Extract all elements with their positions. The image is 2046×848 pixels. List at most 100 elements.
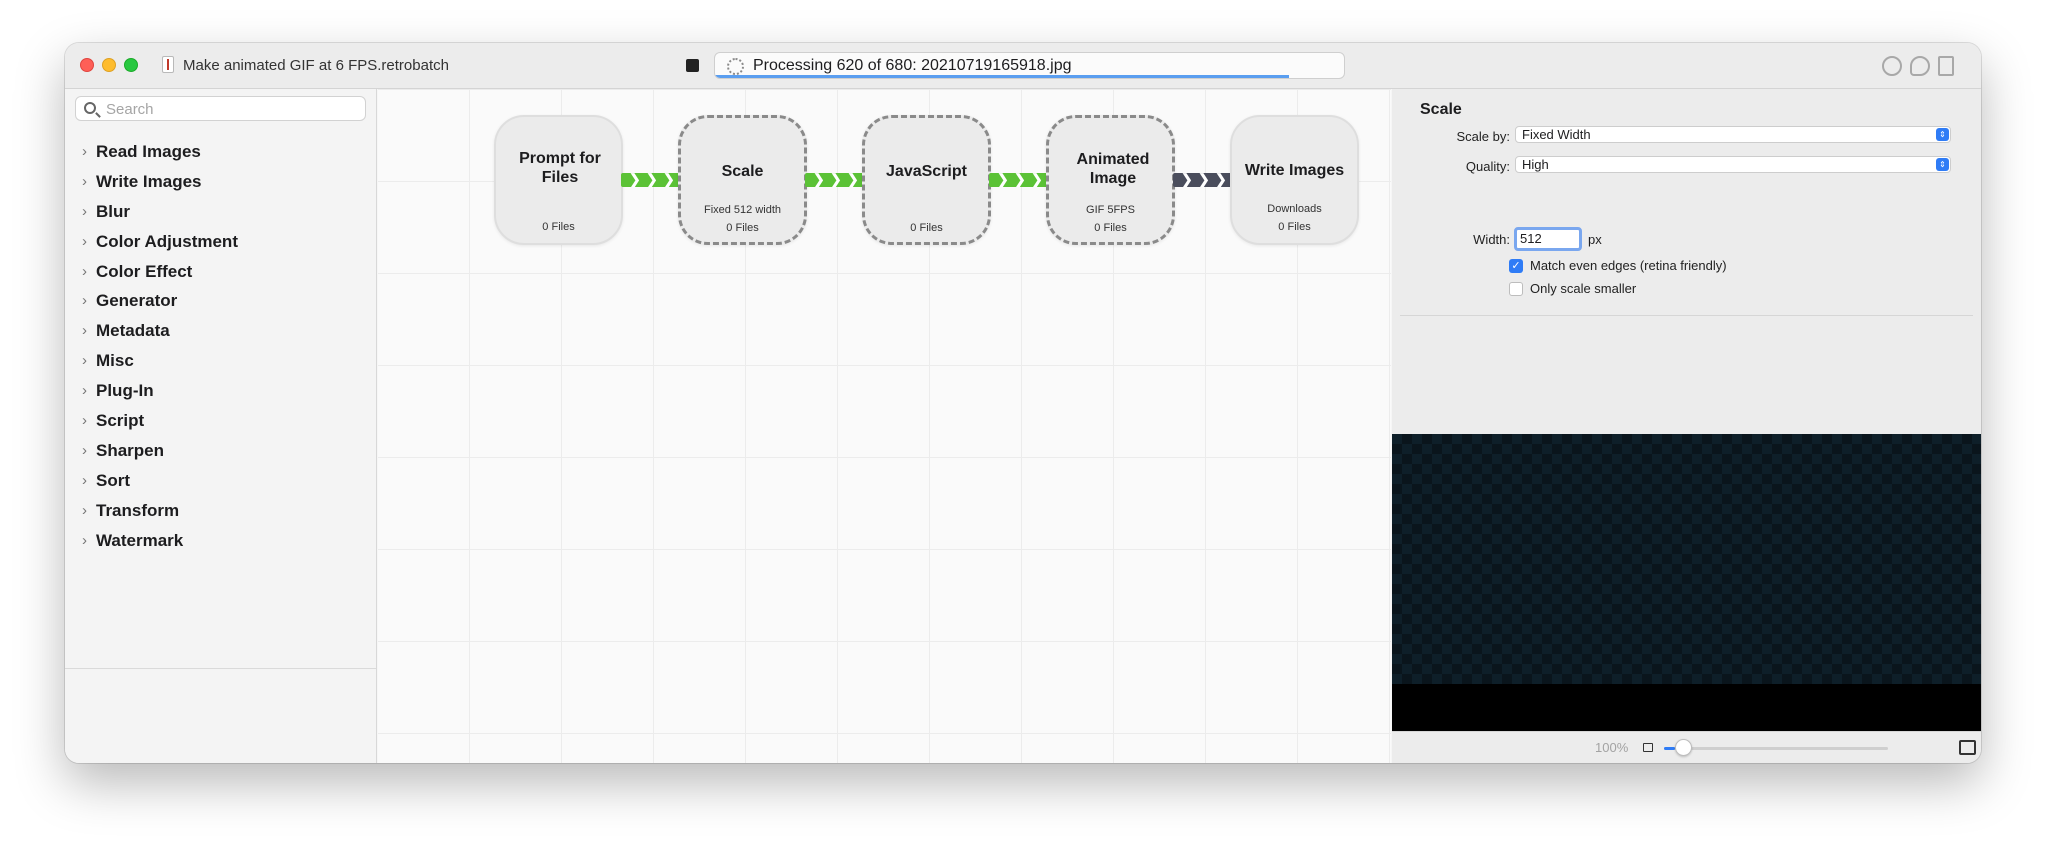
document-icon: [162, 56, 174, 73]
zoom-slider[interactable]: [1664, 747, 1888, 750]
workflow-node[interactable]: Write Images Downloads 0 Files: [1230, 115, 1359, 245]
node-subtitle: Fixed 512 width: [703, 204, 782, 216]
sidebar-category[interactable]: › Color Effect: [65, 261, 376, 291]
node-connector: ❯ ❯ ❯: [989, 173, 1048, 187]
zoom-level: 100%: [1595, 740, 1629, 755]
sidebar-category[interactable]: › Watermark: [65, 530, 376, 560]
zoom-window-button[interactable]: [124, 58, 138, 72]
chevron-right-icon[interactable]: ›: [82, 322, 87, 339]
sidebar: Search › Read Images › Write Images › Blur › Co…: [65, 89, 377, 763]
chevron-right-icon[interactable]: ›: [82, 203, 87, 220]
workflow-node[interactable]: Scale Fixed 512 width 0 Files: [678, 115, 807, 245]
progress-display: Processing 620 of 680: 20210719165918.jp…: [714, 52, 1345, 79]
chevron-right-icon[interactable]: ›: [82, 532, 87, 549]
quality-popup[interactable]: High ⇕: [1515, 156, 1951, 173]
node-title: Scale: [721, 163, 764, 180]
chevron-right-icon[interactable]: ›: [82, 442, 87, 459]
flow-arrow-icon: ❯: [1215, 173, 1227, 187]
sidebar-category[interactable]: › Misc: [65, 350, 376, 380]
chevron-right-icon[interactable]: ›: [82, 292, 87, 309]
node-file-count: 0 Files: [1278, 221, 1311, 233]
sidebar-category-label: Read Images: [96, 142, 201, 161]
chevron-right-icon[interactable]: ›: [82, 263, 87, 280]
quality-label: Quality:: [1465, 159, 1510, 174]
sidebar-category-label: Sort: [96, 470, 130, 490]
image-preview: [1392, 434, 1981, 731]
node-subtitle: Downloads: [1267, 203, 1322, 215]
workflow-node[interactable]: JavaScript 0 Files: [862, 115, 991, 245]
chevron-right-icon[interactable]: ›: [82, 173, 87, 190]
sidebar-category-label: Metadata: [96, 321, 170, 341]
node-file-count: 0 Files: [726, 222, 759, 234]
minimize-window-button[interactable]: [102, 58, 116, 72]
scale-by-value: Fixed Width: [1522, 127, 1591, 142]
chevron-right-icon[interactable]: ›: [82, 352, 87, 369]
zoom-in-image-icon[interactable]: [1959, 740, 1976, 755]
search-field[interactable]: Search: [75, 96, 366, 121]
app-window: Make animated GIF at 6 FPS.retrobatch Pr…: [65, 43, 1981, 763]
workflow-canvas[interactable]: Prompt for Files 0 Files ❯ ❯ ❯ Scale Fixed 512…: [378, 89, 1391, 763]
sidebar-category[interactable]: › Plug-In: [65, 380, 376, 410]
width-unit: px: [1588, 232, 1602, 247]
node-file-count: 0 Files: [1094, 222, 1127, 234]
speech-bubble-icon[interactable]: [1910, 56, 1930, 76]
sidebar-category[interactable]: › Sort: [65, 470, 376, 500]
node-connector: ❯ ❯ ❯: [805, 173, 864, 187]
chevron-right-icon[interactable]: ›: [82, 472, 87, 489]
chevron-right-icon[interactable]: ›: [82, 233, 87, 250]
inspector-toggle-icon[interactable]: [1938, 56, 1954, 76]
node-connector: ❯ ❯ ❯: [1173, 173, 1232, 187]
flow-arrow-icon: ❯: [1181, 173, 1193, 187]
quality-value: High: [1522, 157, 1549, 172]
sidebar-category[interactable]: › Metadata: [65, 320, 376, 350]
sidebar-category[interactable]: › Blur: [65, 201, 376, 231]
close-window-button[interactable]: [80, 58, 94, 72]
sidebar-category-label: Script: [96, 411, 145, 431]
sidebar-category[interactable]: › Read Images: [65, 141, 376, 171]
sidebar-category[interactable]: › Generator: [65, 290, 376, 320]
flow-arrow-icon: ❯: [629, 173, 641, 187]
radar-icon[interactable]: [1882, 56, 1902, 76]
chevron-right-icon[interactable]: ›: [82, 143, 87, 160]
zoom-out-image-icon[interactable]: [1643, 743, 1653, 752]
node-title: JavaScript: [886, 163, 967, 180]
sidebar-category-label: Watermark: [96, 530, 184, 550]
node-connector: ❯ ❯ ❯: [621, 173, 680, 187]
inspector-divider: [1400, 315, 1973, 316]
flow-arrow-icon: ❯: [1031, 173, 1043, 187]
sidebar-category[interactable]: › Sharpen: [65, 440, 376, 470]
search-placeholder: Search: [106, 101, 154, 118]
chevron-right-icon[interactable]: ›: [82, 502, 87, 519]
node-file-count: 0 Files: [542, 221, 575, 233]
sidebar-category-label: Transform: [96, 500, 180, 520]
scale-by-label: Scale by:: [1456, 129, 1510, 144]
progress-bar-fill: [715, 75, 1289, 78]
flow-arrow-icon: ❯: [646, 173, 658, 187]
scale-by-popup[interactable]: Fixed Width ⇕: [1515, 126, 1951, 143]
flow-arrow-icon: ❯: [813, 173, 825, 187]
flow-arrow-icon: ❯: [830, 173, 842, 187]
chevron-right-icon[interactable]: ›: [82, 382, 87, 399]
only-scale-smaller-checkbox[interactable]: [1509, 282, 1523, 296]
workflow-node[interactable]: Prompt for Files 0 Files: [494, 115, 623, 245]
sidebar-category[interactable]: › Color Adjustment: [65, 231, 376, 261]
popup-arrows-icon: ⇕: [1936, 128, 1949, 141]
match-even-label: Match even edges (retina friendly): [1530, 258, 1727, 273]
match-even-checkbox[interactable]: ✓: [1509, 259, 1523, 273]
node-file-count: 0 Files: [910, 222, 943, 234]
node-subtitle: GIF 5FPS: [1086, 204, 1135, 216]
sidebar-category[interactable]: › Write Images: [65, 171, 376, 201]
popup-arrows-icon: ⇕: [1936, 158, 1949, 171]
flow-arrow-icon: ❯: [1198, 173, 1210, 187]
node-title: Write Images: [1244, 162, 1345, 179]
sidebar-category[interactable]: › Transform: [65, 500, 376, 530]
only-scale-smaller-label: Only scale smaller: [1530, 281, 1637, 296]
zoom-slider-knob[interactable]: [1675, 739, 1693, 756]
chevron-right-icon[interactable]: ›: [82, 412, 87, 429]
width-input[interactable]: 512: [1514, 227, 1582, 251]
workflow-node[interactable]: Animated Image GIF 5FPS 0 Files: [1046, 115, 1175, 245]
sidebar-category[interactable]: › Script: [65, 410, 376, 440]
spinner-icon: [727, 58, 744, 75]
sidebar-divider: [65, 668, 376, 669]
stop-button[interactable]: [686, 59, 699, 72]
